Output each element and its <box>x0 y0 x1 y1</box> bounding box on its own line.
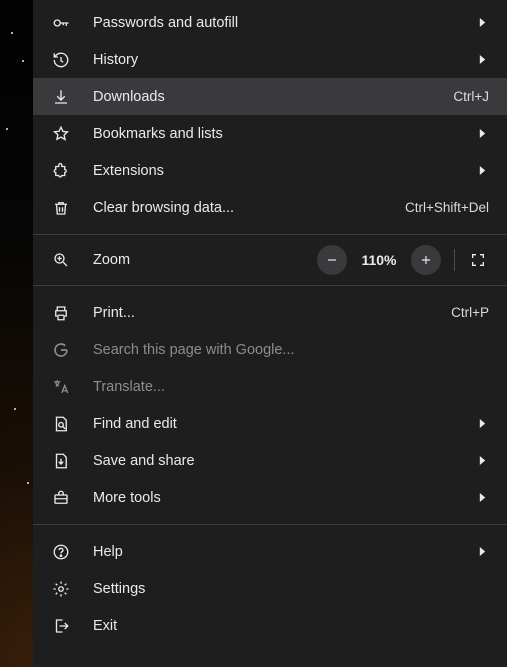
gear-icon <box>51 579 71 599</box>
menu-item-label: Clear browsing data... <box>93 200 395 216</box>
menu-item-help[interactable]: Help <box>33 533 507 570</box>
file-arrow-icon <box>51 451 71 471</box>
menu-item-accelerator: Ctrl+Shift+Del <box>405 200 489 215</box>
menu-divider <box>33 524 507 525</box>
zoom-separator <box>454 249 455 271</box>
menu-item-accelerator: Ctrl+J <box>453 89 489 104</box>
menu-item-more-tools[interactable]: More tools <box>33 479 507 516</box>
translate-icon <box>51 377 71 397</box>
menu-item-extensions[interactable]: Extensions <box>33 152 507 189</box>
zoom-value: 110% <box>352 252 406 268</box>
menu-item-passwords-autofill[interactable]: Passwords and autofill <box>33 4 507 41</box>
google-g-icon <box>51 340 71 360</box>
chevron-right-icon <box>475 129 489 138</box>
chevron-right-icon <box>475 547 489 556</box>
key-icon <box>51 13 71 33</box>
zoom-label: Zoom <box>93 252 130 268</box>
menu-divider <box>33 285 507 286</box>
menu-item-bookmarks-lists[interactable]: Bookmarks and lists <box>33 115 507 152</box>
menu-item-clear-browsing-data[interactable]: Clear browsing data... Ctrl+Shift+Del <box>33 189 507 226</box>
menu-item-zoom: Zoom 110% <box>33 239 507 281</box>
zoom-in-button[interactable] <box>411 245 441 275</box>
magnifier-icon <box>51 250 71 270</box>
menu-item-save-share[interactable]: Save and share <box>33 442 507 479</box>
menu-item-label: Print... <box>93 305 441 321</box>
menu-item-label: Help <box>93 544 465 560</box>
chevron-right-icon <box>475 18 489 27</box>
menu-item-history[interactable]: History <box>33 41 507 78</box>
browser-overflow-menu: Passwords and autofill History Downloads… <box>33 0 507 667</box>
menu-item-settings[interactable]: Settings <box>33 570 507 607</box>
menu-item-label: Extensions <box>93 163 465 179</box>
chevron-right-icon <box>475 166 489 175</box>
zoom-out-button[interactable] <box>317 245 347 275</box>
menu-section-3: Help Settings Exit <box>33 529 507 648</box>
menu-item-label: Downloads <box>93 89 443 105</box>
menu-item-label: Settings <box>93 581 489 597</box>
help-icon <box>51 542 71 562</box>
history-icon <box>51 50 71 70</box>
menu-item-exit[interactable]: Exit <box>33 607 507 644</box>
menu-item-label: Save and share <box>93 453 465 469</box>
puzzle-icon <box>51 161 71 181</box>
download-icon <box>51 87 71 107</box>
menu-item-label: History <box>93 52 465 68</box>
menu-section-1: Passwords and autofill History Downloads… <box>33 0 507 230</box>
menu-item-label: Exit <box>93 618 489 634</box>
menu-item-label: Find and edit <box>93 416 465 432</box>
trash-icon <box>51 198 71 218</box>
menu-item-find-edit[interactable]: Find and edit <box>33 405 507 442</box>
printer-icon <box>51 303 71 323</box>
fullscreen-button[interactable] <box>463 245 493 275</box>
chevron-right-icon <box>475 456 489 465</box>
toolbox-icon <box>51 488 71 508</box>
menu-item-label: Translate... <box>93 379 489 395</box>
chevron-right-icon <box>475 493 489 502</box>
menu-item-search-page-google: Search this page with Google... <box>33 331 507 368</box>
menu-item-label: Passwords and autofill <box>93 15 465 31</box>
menu-item-translate: Translate... <box>33 368 507 405</box>
menu-item-print[interactable]: Print... Ctrl+P <box>33 294 507 331</box>
menu-item-downloads[interactable]: Downloads Ctrl+J <box>33 78 507 115</box>
menu-item-label: More tools <box>93 490 465 506</box>
menu-item-label: Bookmarks and lists <box>93 126 465 142</box>
find-in-page-icon <box>51 414 71 434</box>
menu-item-label: Search this page with Google... <box>93 342 489 358</box>
menu-section-2: Print... Ctrl+P Search this page with Go… <box>33 290 507 520</box>
chevron-right-icon <box>475 419 489 428</box>
menu-item-accelerator: Ctrl+P <box>451 305 489 320</box>
star-icon <box>51 124 71 144</box>
exit-icon <box>51 616 71 636</box>
chevron-right-icon <box>475 55 489 64</box>
menu-divider <box>33 234 507 235</box>
